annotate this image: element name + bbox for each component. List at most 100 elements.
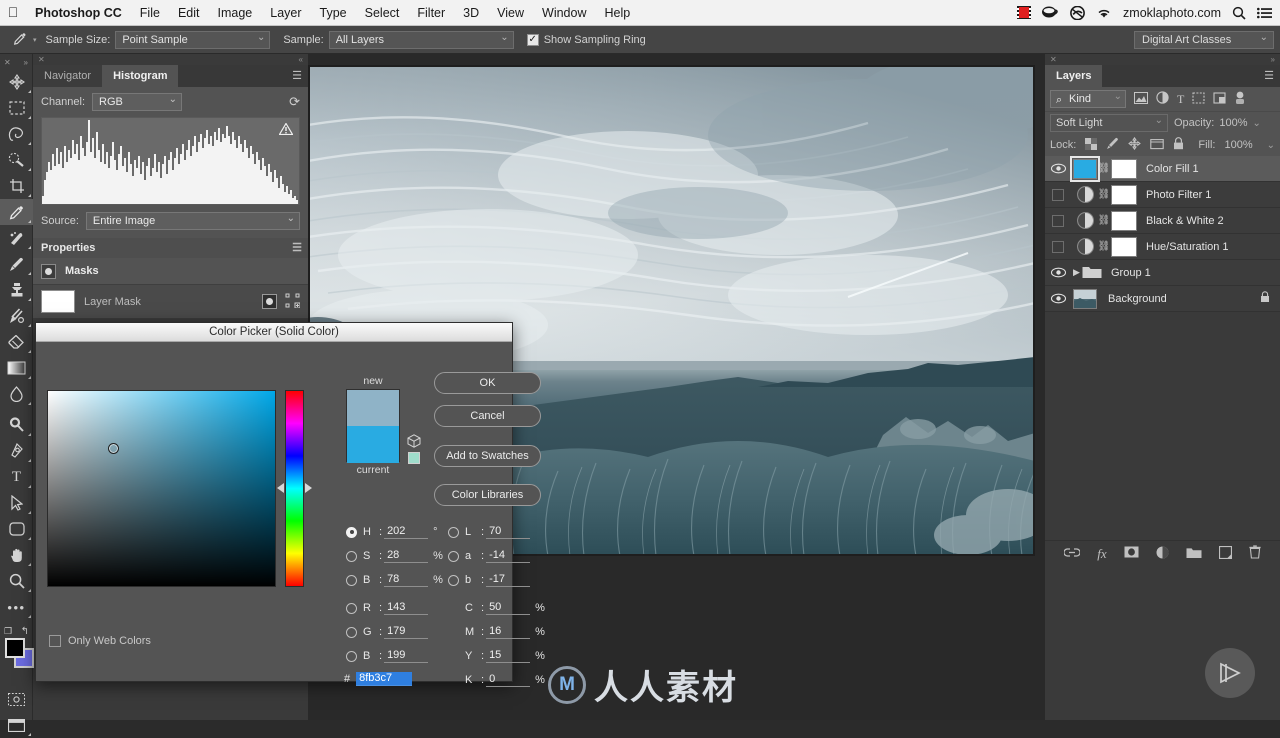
tab-layers[interactable]: Layers (1045, 65, 1103, 87)
eyedropper-icon[interactable] (8, 31, 30, 49)
apple-icon[interactable]:  (0, 4, 26, 22)
screen-mode-icon[interactable] (0, 712, 33, 738)
quick-mask-icon[interactable] (0, 686, 33, 712)
hue-slider-marker-left[interactable] (277, 483, 284, 493)
lab-b-radio[interactable] (448, 574, 459, 586)
filter-pixel-icon[interactable] (1134, 91, 1148, 107)
layer-name[interactable]: Hue/Saturation 1 (1146, 241, 1229, 253)
panel-menu-icon[interactable]: ☰ (1264, 71, 1274, 82)
clone-stamp-tool[interactable] (0, 277, 33, 303)
lock-artboard-icon[interactable] (1150, 138, 1165, 153)
chevron-down-icon[interactable]: ⌄ (1253, 118, 1261, 129)
rounded-rectangle-tool[interactable] (0, 516, 33, 542)
eyedropper-tool[interactable] (0, 199, 33, 225)
expand-icon[interactable]: » (24, 58, 28, 67)
layer-mask-thumbnail[interactable] (1111, 184, 1137, 205)
layer-visibility-toggle[interactable] (1045, 188, 1071, 201)
filter-adjustment-icon[interactable] (1156, 91, 1169, 107)
left-panel-topbar[interactable]: ✕ « (33, 54, 308, 65)
sample-select[interactable]: All Layers (328, 29, 514, 49)
brightness-radio[interactable] (346, 574, 357, 586)
foreground-color-swatch[interactable] (5, 638, 25, 658)
menu-item-photoshop[interactable]: Photoshop CC (26, 0, 131, 26)
cyan-input[interactable]: 50 (486, 601, 531, 615)
lab-b-input[interactable]: -17 (486, 573, 531, 587)
table-row[interactable]: ▶ Group 1 (1045, 260, 1280, 286)
menu-item-edit[interactable]: Edit (169, 0, 209, 26)
layer-visibility-toggle[interactable] (1045, 293, 1071, 304)
opacity-value[interactable]: 100% (1219, 117, 1247, 129)
green-radio[interactable] (346, 626, 357, 638)
warning-triangle-icon[interactable] (279, 123, 293, 135)
only-web-colors-row[interactable]: Only Web Colors (49, 635, 151, 647)
crop-tool[interactable] (0, 173, 33, 199)
black-input[interactable]: 0 (486, 673, 531, 687)
menu-item-layer[interactable]: Layer (261, 0, 310, 26)
layer-filter-kind-select[interactable]: ⌕ Kind (1050, 88, 1126, 108)
layer-name[interactable]: Color Fill 1 (1146, 163, 1199, 175)
path-selection-tool[interactable] (0, 490, 33, 516)
cube-warning-icon[interactable] (407, 434, 421, 451)
layer-thumbnail[interactable] (1073, 211, 1097, 231)
link-mask-icon[interactable]: ⛓ (1097, 215, 1111, 226)
layer-thumbnail[interactable] (1073, 237, 1097, 257)
fill-value[interactable]: 100% (1224, 139, 1252, 151)
menu-item-image[interactable]: Image (209, 0, 262, 26)
wifi-icon[interactable] (1096, 7, 1112, 19)
blue-field-row[interactable]: B : 199 (346, 648, 429, 664)
hex-field-row[interactable]: # 8fb3c7 (344, 672, 413, 686)
layer-thumbnail[interactable] (1073, 185, 1097, 205)
menu-item-select[interactable]: Select (356, 0, 409, 26)
lock-all-icon[interactable] (1173, 137, 1184, 153)
saturation-field-row[interactable]: S : 28 % (346, 548, 443, 564)
collapse-icon[interactable]: « (299, 55, 303, 64)
close-icon[interactable]: ✕ (1050, 55, 1057, 64)
pixel-mask-icon[interactable] (41, 263, 56, 279)
lasso-tool[interactable] (0, 121, 33, 147)
filter-smart-object-icon[interactable] (1213, 91, 1226, 107)
link-mask-icon[interactable]: ⛓ (1097, 241, 1111, 252)
blue-radio[interactable] (346, 650, 357, 662)
play-button-icon[interactable] (1205, 648, 1255, 698)
sample-size-select[interactable]: Point Sample (115, 29, 271, 49)
move-tool[interactable] (0, 69, 33, 95)
hue-slider-marker-right[interactable] (305, 483, 312, 493)
chevron-down-icon[interactable]: ⌄ (1267, 140, 1275, 151)
new-layer-icon[interactable] (1218, 545, 1232, 562)
layer-visibility-toggle[interactable] (1045, 240, 1071, 253)
color-picker-dialog[interactable]: Color Picker (Solid Color) new current O… (35, 322, 545, 687)
gradient-tool[interactable] (0, 355, 33, 381)
lab-a-field-row[interactable]: a : -14 (448, 548, 531, 564)
lightness-field-row[interactable]: L : 70 (448, 524, 531, 540)
table-row[interactable]: ⛓ Black & White 2 (1045, 208, 1280, 234)
link-mask-icon[interactable]: ⛓ (1097, 189, 1111, 200)
saturation-input[interactable]: 28 (384, 549, 429, 563)
close-icon[interactable]: ✕ (38, 55, 45, 64)
zoom-tool[interactable] (0, 568, 33, 594)
link-layers-icon[interactable] (1063, 547, 1082, 561)
filter-type-icon[interactable]: T (1177, 92, 1184, 107)
type-tool[interactable]: T (0, 464, 33, 490)
lock-position-icon[interactable] (1128, 136, 1142, 153)
current-color-swatch[interactable] (347, 426, 399, 463)
web-safe-color-swatch[interactable] (408, 452, 420, 464)
menu-item-window[interactable]: Window (533, 0, 595, 26)
menu-item-view[interactable]: View (488, 0, 533, 26)
brightness-input[interactable]: 78 (384, 573, 429, 587)
channel-select[interactable]: RGB (92, 91, 183, 111)
history-brush-tool[interactable] (0, 303, 33, 329)
pixel-mask-icon[interactable] (262, 294, 277, 309)
lightness-radio[interactable] (448, 526, 459, 538)
quick-selection-tool[interactable] (0, 147, 33, 173)
tool-preset-caret-icon[interactable]: ▾ (33, 36, 37, 44)
saturation-radio[interactable] (346, 550, 357, 562)
layer-mask-thumbnail[interactable] (1111, 210, 1137, 231)
right-panel-topbar[interactable]: ✕» (1045, 54, 1280, 65)
delete-layer-icon[interactable] (1249, 545, 1261, 562)
brush-tool[interactable] (0, 251, 33, 277)
edit-toolbar-tool[interactable]: ••• (0, 594, 33, 620)
layer-mask-thumbnail[interactable] (1111, 236, 1137, 257)
layer-mask-row[interactable]: Layer Mask (33, 284, 308, 318)
layer-name[interactable]: Black & White 2 (1146, 215, 1224, 227)
close-icon[interactable]: ✕ (4, 58, 11, 67)
